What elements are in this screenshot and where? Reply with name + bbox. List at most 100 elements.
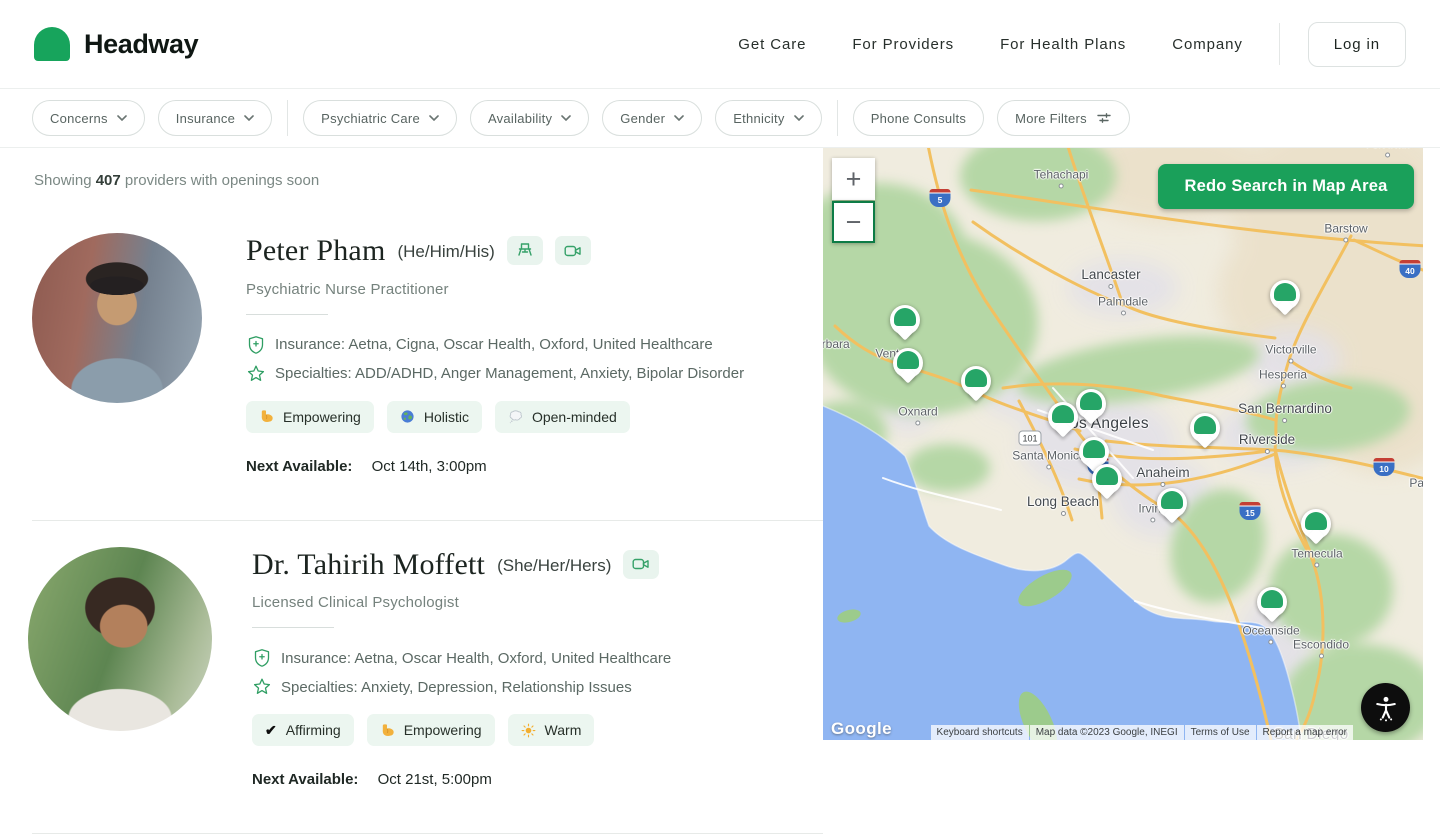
results-suffix: providers with openings soon bbox=[125, 172, 319, 189]
map-data-text: Map data ©2023 Google, INEGI bbox=[1030, 725, 1184, 740]
provider-map-pin[interactable] bbox=[1301, 509, 1331, 539]
map-zoom-controls: + − bbox=[832, 158, 875, 243]
filter-psychiatric-care-label: Psychiatric Care bbox=[321, 111, 420, 126]
map-label-escondido: Escondido bbox=[1293, 638, 1349, 659]
map-overlay: Fort IrwinTehachapiBarstowLancasterPalmd… bbox=[823, 148, 1423, 740]
map-label-fort-irwin: Fort Irwin bbox=[1366, 148, 1410, 158]
headway-logo-icon bbox=[34, 27, 70, 61]
provider-map-pin[interactable] bbox=[1270, 280, 1300, 310]
map-label-barstow: Barstow bbox=[1324, 222, 1367, 243]
trait-badge: ✔ Affirming bbox=[252, 714, 354, 746]
provider-map-pin[interactable] bbox=[1257, 587, 1287, 617]
provider-pronouns: (He/Him/His) bbox=[397, 242, 494, 262]
nav-for-health-plans[interactable]: For Health Plans bbox=[1000, 36, 1126, 53]
trait-label: Open-minded bbox=[532, 409, 617, 425]
specialties-row: Specialties: ADD/ADHD, Anger Management,… bbox=[246, 364, 744, 384]
provider-name[interactable]: Peter Pham bbox=[246, 235, 385, 267]
filter-gender[interactable]: Gender bbox=[602, 100, 702, 136]
provider-avatar[interactable] bbox=[32, 233, 202, 403]
top-header: Headway Get Care For Providers For Healt… bbox=[0, 0, 1440, 89]
map-label-tehachapi: Tehachapi bbox=[1034, 168, 1089, 189]
filter-gender-label: Gender bbox=[620, 111, 665, 126]
chevron-down-icon bbox=[117, 115, 127, 121]
provider-map-pin[interactable] bbox=[890, 305, 920, 335]
provider-map-pin[interactable] bbox=[1157, 488, 1187, 518]
filter-bar: Concerns Insurance Psychiatric Care Avai… bbox=[0, 89, 1440, 148]
filter-availability[interactable]: Availability bbox=[470, 100, 589, 136]
map-label-santa-monica: Santa Monica bbox=[1012, 449, 1085, 470]
filter-divider bbox=[837, 100, 838, 136]
provider-avatar[interactable] bbox=[28, 547, 212, 731]
provider-card[interactable]: Dr. Tahirih Moffett (She/Her/Hers) Licen… bbox=[32, 547, 823, 804]
map-panel[interactable]: Fort IrwinTehachapiBarstowLancasterPalmd… bbox=[823, 148, 1423, 740]
chevron-down-icon bbox=[244, 115, 254, 121]
filter-more-filters-label: More Filters bbox=[1015, 111, 1087, 126]
report-map-error-link[interactable]: Report a map error bbox=[1257, 725, 1353, 740]
filter-availability-label: Availability bbox=[488, 111, 552, 126]
filter-phone-consults[interactable]: Phone Consults bbox=[853, 100, 984, 136]
headway-logo[interactable]: Headway bbox=[34, 27, 198, 61]
provider-map-pin[interactable] bbox=[1076, 389, 1106, 419]
chevron-down-icon bbox=[674, 115, 684, 121]
sun-icon bbox=[521, 723, 536, 738]
filter-ethnicity[interactable]: Ethnicity bbox=[715, 100, 821, 136]
chevron-down-icon bbox=[429, 115, 439, 121]
filter-concerns-label: Concerns bbox=[50, 111, 108, 126]
main-content: Showing 407 providers with openings soon… bbox=[0, 148, 1440, 834]
map-label-temecula: Temecula bbox=[1291, 547, 1342, 568]
provider-card-body: Dr. Tahirih Moffett (She/Her/Hers) Licen… bbox=[252, 547, 671, 804]
next-available-value: Oct 14th, 3:00pm bbox=[372, 458, 487, 475]
muscle-icon bbox=[380, 723, 395, 738]
accessibility-button[interactable] bbox=[1361, 683, 1410, 732]
zoom-in-button[interactable]: + bbox=[832, 158, 875, 200]
provider-name-row: Peter Pham (He/Him/His) bbox=[246, 235, 744, 267]
star-icon bbox=[246, 364, 266, 384]
map-label-hesperia: Hesperia bbox=[1259, 368, 1307, 389]
redo-search-button[interactable]: Redo Search in Map Area bbox=[1158, 164, 1414, 209]
road-shield-101: 101 bbox=[1018, 431, 1041, 446]
map-label-riverside: Riverside bbox=[1239, 432, 1295, 454]
map-label-palm-springs: Palm Springs bbox=[1409, 476, 1423, 490]
nav-for-providers[interactable]: For Providers bbox=[852, 36, 954, 53]
provider-title: Psychiatric Nurse Practitioner bbox=[246, 281, 744, 298]
shield-plus-icon bbox=[252, 648, 272, 668]
terms-of-use-link[interactable]: Terms of Use bbox=[1185, 725, 1256, 740]
map-label-victorville: Victorville bbox=[1265, 343, 1316, 364]
provider-results-panel: Showing 407 providers with openings soon… bbox=[0, 148, 823, 834]
zoom-out-button[interactable]: − bbox=[832, 201, 875, 243]
provider-card[interactable]: Peter Pham (He/Him/His) Psychiatric Nurs… bbox=[32, 233, 823, 490]
map-label-long-beach: Long Beach bbox=[1027, 494, 1099, 516]
map-label-oceanside: Oceanside bbox=[1242, 624, 1299, 645]
provider-map-pin[interactable] bbox=[1190, 413, 1220, 443]
chevron-down-icon bbox=[794, 115, 804, 121]
provider-name-row: Dr. Tahirih Moffett (She/Her/Hers) bbox=[252, 549, 671, 581]
next-available-label: Next Available: bbox=[246, 458, 352, 475]
insurance-row: Insurance: Aetna, Oscar Health, Oxford, … bbox=[252, 648, 671, 668]
login-button[interactable]: Log in bbox=[1308, 22, 1406, 67]
keyboard-shortcuts-link[interactable]: Keyboard shortcuts bbox=[931, 725, 1029, 740]
provider-map-pin[interactable] bbox=[1092, 464, 1122, 494]
google-logo[interactable]: Google bbox=[831, 719, 892, 739]
trait-badges: ✔ Affirming Empowering Warm bbox=[252, 714, 671, 746]
provider-card-body: Peter Pham (He/Him/His) Psychiatric Nurs… bbox=[246, 233, 744, 490]
map-attribution: Keyboard shortcuts Map data ©2023 Google… bbox=[930, 725, 1353, 740]
nav-company[interactable]: Company bbox=[1172, 36, 1243, 53]
filter-psychiatric-care[interactable]: Psychiatric Care bbox=[303, 100, 457, 136]
filter-insurance[interactable]: Insurance bbox=[158, 100, 272, 136]
map-label-santa-barbara: Santa Barbara bbox=[823, 337, 850, 351]
primary-nav: Get Care For Providers For Health Plans … bbox=[692, 22, 1406, 67]
provider-map-pin[interactable] bbox=[1048, 402, 1078, 432]
nav-get-care[interactable]: Get Care bbox=[738, 36, 806, 53]
provider-name[interactable]: Dr. Tahirih Moffett bbox=[252, 549, 485, 581]
results-prefix: Showing bbox=[34, 172, 92, 189]
filter-concerns[interactable]: Concerns bbox=[32, 100, 145, 136]
map-label-palmdale: Palmdale bbox=[1098, 295, 1148, 316]
filter-more-filters[interactable]: More Filters bbox=[997, 100, 1130, 136]
video-session-icon bbox=[555, 236, 591, 265]
provider-map-pin[interactable] bbox=[1079, 437, 1109, 467]
card-mini-divider bbox=[246, 314, 328, 315]
provider-map-pin[interactable] bbox=[893, 348, 923, 378]
specialties-text: Specialties: ADD/ADHD, Anger Management,… bbox=[275, 365, 744, 382]
provider-map-pin[interactable] bbox=[961, 366, 991, 396]
video-session-icon bbox=[623, 550, 659, 579]
